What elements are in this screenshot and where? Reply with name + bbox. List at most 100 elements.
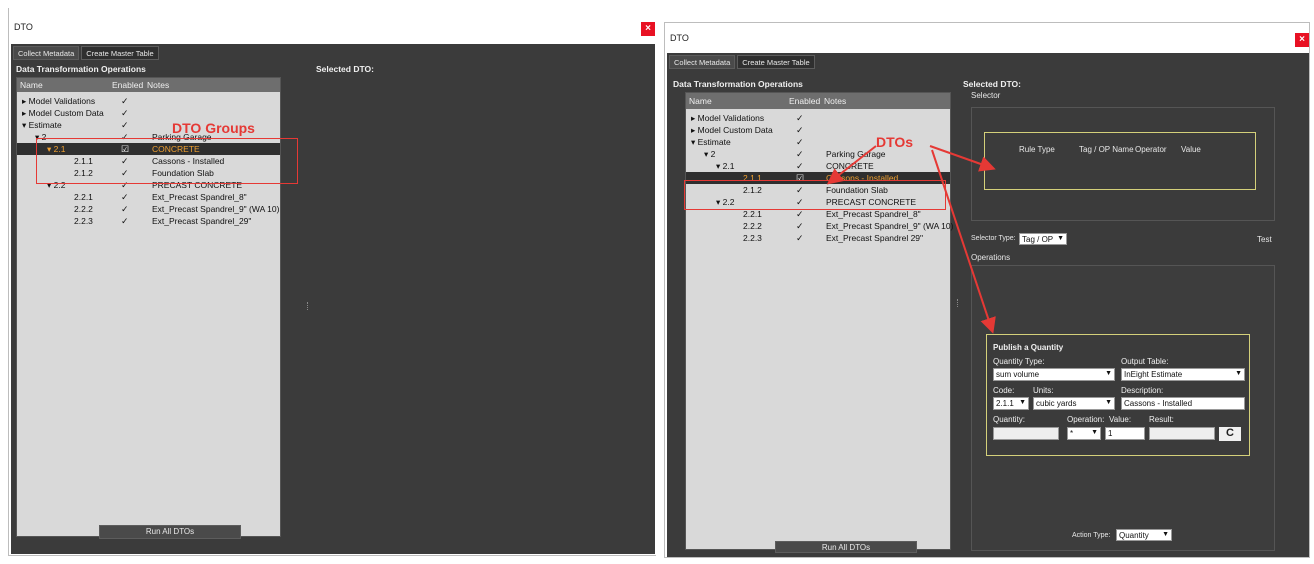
chevron-down-icon: ▼ <box>1057 235 1064 242</box>
tree-row[interactable]: 2.2.3 ✓ Ext_Precast Spandrel 29" <box>686 232 950 244</box>
right-window-title: DTO <box>670 33 689 43</box>
tab-create-master-table[interactable]: Create Master Table <box>81 46 159 60</box>
dto-panel-heading: Data Transformation Operations <box>673 79 803 89</box>
enabled-checkbox[interactable]: ✓ <box>796 209 804 220</box>
value-label: Value: <box>1109 415 1132 424</box>
right-tabs: Collect Metadata Create Master Table <box>669 55 815 69</box>
col-notes: Notes <box>147 80 170 90</box>
enabled-checkbox[interactable]: ✓ <box>796 149 804 160</box>
selector-col-value: Value <box>1181 145 1201 154</box>
dto-groups-highlight <box>36 138 298 184</box>
selector-table: Rule Type Tag / OP Name Operator Value <box>984 132 1256 190</box>
tab-collect-metadata[interactable]: Collect Metadata <box>669 55 736 69</box>
col-enabled: Enabled <box>789 96 821 106</box>
quantity-type-label: Quantity Type: <box>993 357 1045 366</box>
units-dropdown[interactable]: cubic yards ▼ <box>1033 397 1115 410</box>
enabled-checkbox[interactable]: ✓ <box>121 108 129 119</box>
chevron-down-icon: ▼ <box>1162 531 1169 538</box>
operation-dropdown[interactable]: * ▼ <box>1067 427 1101 440</box>
dtos-annotation: DTOs <box>876 134 914 150</box>
action-type-dropdown[interactable]: Quantity ▼ <box>1116 529 1172 541</box>
tree-row[interactable]: 2.2.2 ✓ Ext_Precast Spandrel_9" (WA 10) <box>686 220 953 232</box>
selected-dto-heading: Selected DTO: <box>963 79 1021 89</box>
operations-label: Operations <box>971 253 1011 262</box>
tab-create-master-table[interactable]: Create Master Table <box>737 55 815 69</box>
code-dropdown[interactable]: 2.1.1 ▼ <box>993 397 1029 410</box>
selector-type-dropdown[interactable]: Tag / OP ▼ <box>1019 233 1067 245</box>
output-table-label: Output Table: <box>1121 357 1169 366</box>
right-titlebar: DTO × <box>665 23 1309 53</box>
dto-panel-heading: Data Transformation Operations <box>16 64 146 74</box>
quantity-type-dropdown[interactable]: sum volume ▼ <box>993 368 1115 381</box>
left-close-button[interactable]: × <box>641 22 655 36</box>
selector-col-rule-type: Rule Type <box>1019 145 1055 154</box>
panel-splitter[interactable] <box>307 302 310 310</box>
selector-area: Rule Type Tag / OP Name Operator Value <box>971 107 1275 221</box>
selector-col-tag-op-name: Tag / OP Name <box>1079 145 1134 154</box>
enabled-checkbox[interactable]: ✓ <box>121 120 129 131</box>
col-enabled: Enabled <box>112 80 144 90</box>
dto-tree: Name Enabled Notes ▸ Model Validations ✓ … <box>685 92 953 550</box>
enabled-checkbox[interactable]: ✓ <box>121 96 129 107</box>
left-body: Collect Metadata Create Master Table Dat… <box>11 44 655 554</box>
test-button[interactable]: Test <box>1257 235 1272 244</box>
value-input[interactable]: 1 <box>1105 427 1145 440</box>
left-window: DTO × Collect Metadata Create Master Tab… <box>8 8 656 556</box>
col-name: Name <box>20 80 43 90</box>
operations-area: Publish a Quantity Quantity Type: Output… <box>971 265 1275 551</box>
selected-dto-heading: Selected DTO: <box>316 64 374 74</box>
tree-row[interactable]: 2.2.1 ✓ Ext_Precast Spandrel_8" <box>17 191 280 203</box>
left-window-title: DTO <box>14 22 33 32</box>
description-label: Description: <box>1121 386 1164 395</box>
selector-label: Selector <box>971 91 1001 100</box>
col-name: Name <box>689 96 712 106</box>
enabled-checkbox[interactable]: ✓ <box>796 233 804 244</box>
right-close-button[interactable]: × <box>1295 33 1309 47</box>
tree-row[interactable]: ▸ Model Validations ✓ <box>686 112 950 124</box>
col-notes: Notes <box>824 96 847 106</box>
enabled-checkbox[interactable]: ✓ <box>121 216 129 227</box>
tree-row[interactable]: 2.2.2 ✓ Ext_Precast Spandrel_9" (WA 10) <box>17 203 280 215</box>
left-tabs: Collect Metadata Create Master Table <box>13 46 159 60</box>
tree-row[interactable]: ▾ 2.1 ✓ CONCRETE <box>686 160 950 172</box>
quantity-input[interactable] <box>993 427 1059 440</box>
run-all-dtos-button[interactable]: Run All DTOs <box>99 525 241 539</box>
enabled-checkbox[interactable]: ✓ <box>121 192 129 203</box>
selector-type-label: Selector Type: <box>971 235 1016 242</box>
quantity-label: Quantity: <box>993 415 1026 424</box>
tree-row[interactable]: 2.2.3 ✓ Ext_Precast Spandrel_29" <box>17 215 280 227</box>
run-all-dtos-button[interactable]: Run All DTOs <box>775 541 917 553</box>
chevron-down-icon: ▼ <box>1091 429 1098 436</box>
result-label: Result: <box>1149 415 1174 424</box>
output-table-dropdown[interactable]: InEight Estimate ▼ <box>1121 368 1245 381</box>
chevron-down-icon: ▼ <box>1105 370 1112 377</box>
tree-header: Name Enabled Notes <box>17 78 280 92</box>
tree-header: Name Enabled Notes <box>686 93 950 109</box>
dto-groups-annotation: DTO Groups <box>172 120 255 136</box>
selector-col-operator: Operator <box>1135 145 1167 154</box>
refresh-icon[interactable]: C <box>1219 427 1241 441</box>
tree-row[interactable]: ▸ Model Validations ✓ <box>17 95 280 107</box>
publish-heading: Publish a Quantity <box>993 343 1064 352</box>
operation-label: Operation: <box>1067 415 1105 424</box>
enabled-checkbox[interactable]: ✓ <box>796 161 804 172</box>
enabled-checkbox[interactable]: ✓ <box>796 221 804 232</box>
enabled-checkbox[interactable]: ✓ <box>796 125 804 136</box>
right-window: DTO × Collect Metadata Create Master Tab… <box>664 22 1310 558</box>
dtos-highlight <box>684 180 946 210</box>
enabled-checkbox[interactable]: ✓ <box>796 113 804 124</box>
tab-collect-metadata[interactable]: Collect Metadata <box>13 46 80 60</box>
tree-row[interactable]: ▸ Model Custom Data ✓ <box>17 107 280 119</box>
enabled-checkbox[interactable]: ✓ <box>121 204 129 215</box>
description-input[interactable]: Cassons - Installed <box>1121 397 1245 410</box>
publish-quantity-panel: Publish a Quantity Quantity Type: Output… <box>986 334 1250 456</box>
chevron-down-icon: ▼ <box>1235 370 1242 377</box>
left-titlebar: DTO × <box>9 8 656 44</box>
chevron-down-icon: ▼ <box>1019 399 1026 406</box>
code-label: Code: <box>993 386 1015 395</box>
units-label: Units: <box>1033 386 1054 395</box>
enabled-checkbox[interactable]: ✓ <box>796 137 804 148</box>
action-type-label: Action Type: <box>1072 532 1111 539</box>
panel-splitter[interactable] <box>957 299 960 307</box>
result-input <box>1149 427 1215 440</box>
